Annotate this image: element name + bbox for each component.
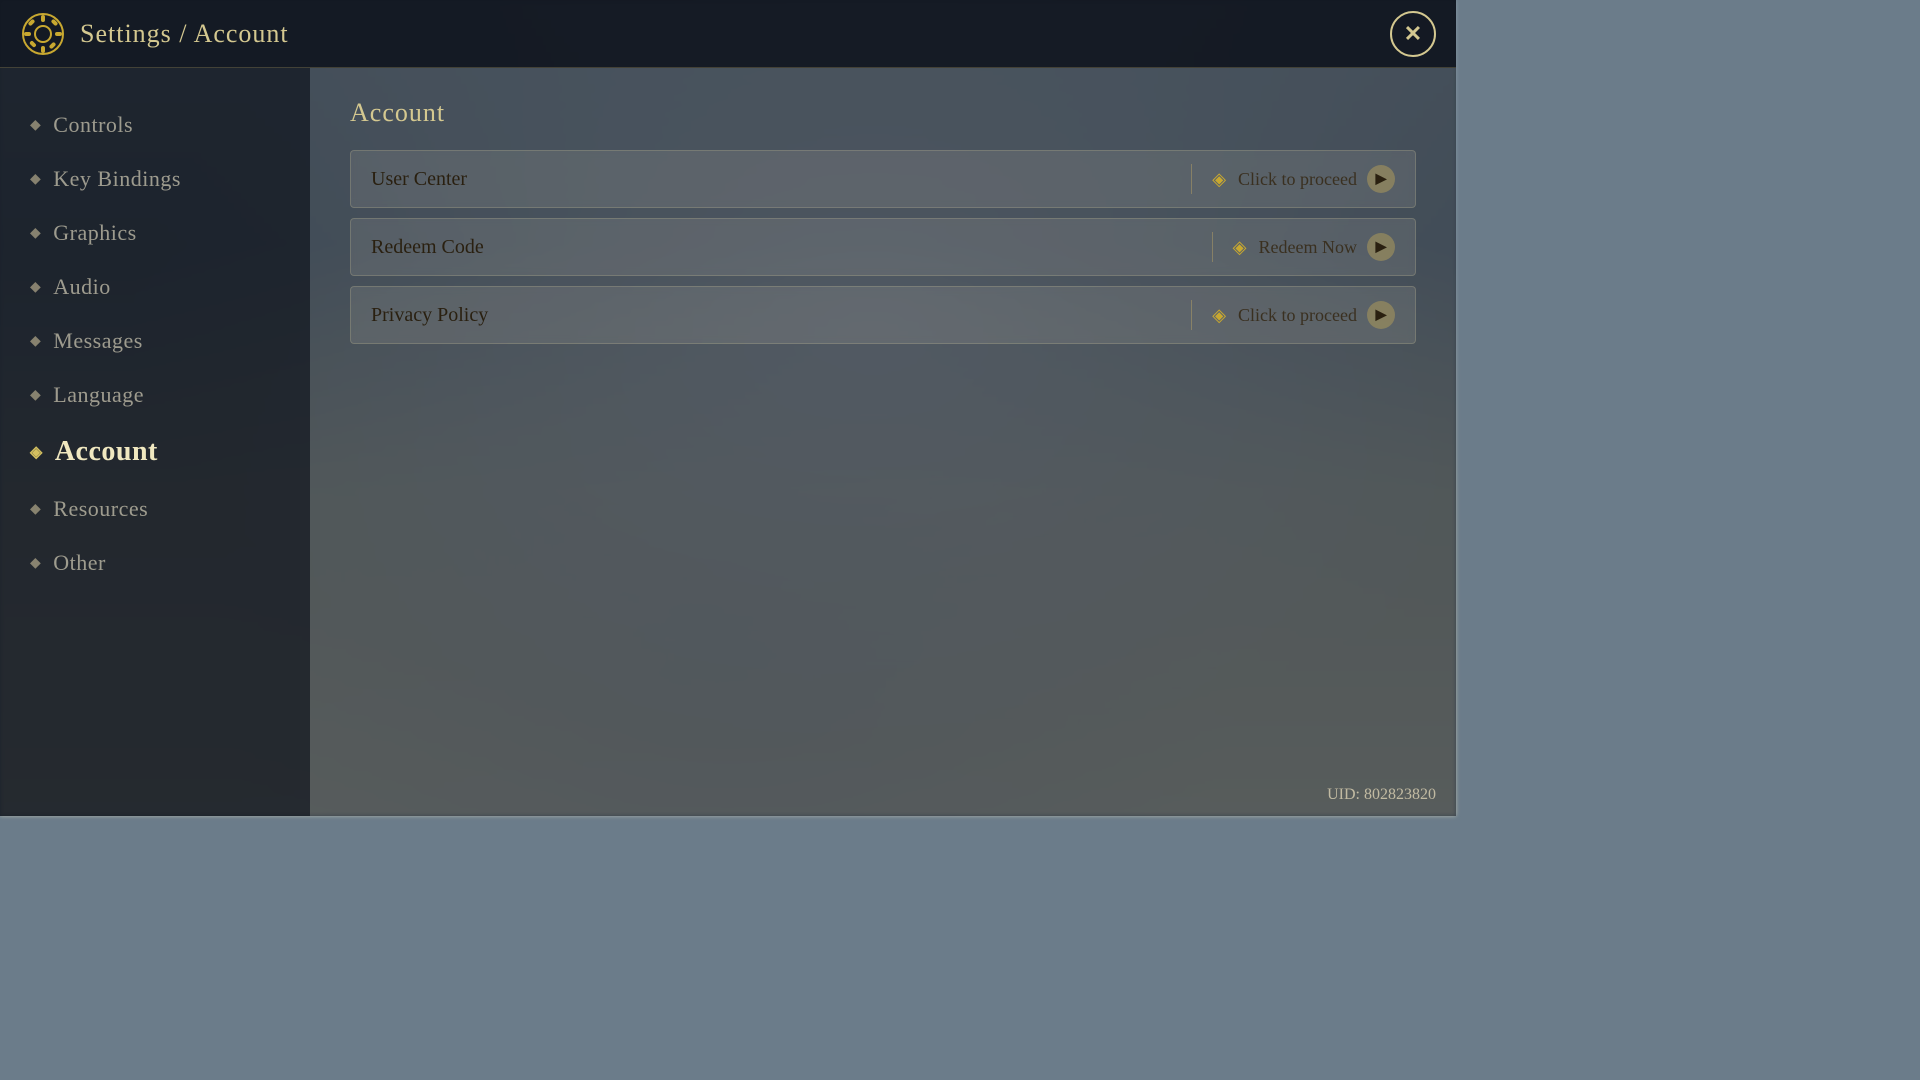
diamond-icon: ◈ <box>30 442 43 462</box>
close-button[interactable]: ✕ <box>1390 11 1436 57</box>
sidebar-item-language[interactable]: ◆ Language <box>0 368 310 422</box>
header-title: Settings / Account <box>80 19 289 49</box>
action-row-cta: Click to proceed <box>1238 305 1357 326</box>
sidebar-item-label: Audio <box>53 274 111 300</box>
action-row-cta: Redeem Now <box>1259 237 1357 258</box>
sidebar-item-messages[interactable]: ◆ Messages <box>0 314 310 368</box>
action-row-arrow-icon: ▶ <box>1367 301 1395 329</box>
action-row-label: User Center <box>371 168 1171 191</box>
sidebar-item-graphics[interactable]: ◆ Graphics <box>0 206 310 260</box>
sidebar-item-other[interactable]: ◆ Other <box>0 536 310 590</box>
sidebar: ◆ Controls ◆ Key Bindings ◆ Graphics ◆ Audio ◆ Me… <box>0 68 310 816</box>
action-row-divider <box>1212 232 1213 262</box>
diamond-icon: ◆ <box>30 171 41 188</box>
header-left: Settings / Account <box>20 11 289 57</box>
sidebar-item-label: Key Bindings <box>53 166 181 192</box>
sidebar-item-label: Controls <box>53 112 133 138</box>
uid-display: UID: 802823820 <box>1327 786 1436 804</box>
gear-icon <box>20 11 66 57</box>
sidebar-item-label: Graphics <box>53 220 136 246</box>
sidebar-item-label: Resources <box>53 496 148 522</box>
action-row-label: Redeem Code <box>371 236 1192 259</box>
action-row-diamond-icon: ◈ <box>1212 305 1226 326</box>
action-row-right: Click to proceed ▶ <box>1238 165 1395 193</box>
sidebar-item-account[interactable]: ◈ Account <box>0 422 310 482</box>
diamond-icon: ◆ <box>30 501 41 518</box>
action-row-right: Redeem Now ▶ <box>1259 233 1395 261</box>
action-row-redeem-code[interactable]: Redeem Code ◈ Redeem Now ▶ <box>350 218 1416 276</box>
action-row-cta: Click to proceed <box>1238 169 1357 190</box>
sidebar-item-label: Language <box>53 382 144 408</box>
diamond-icon: ◆ <box>30 333 41 350</box>
sidebar-item-label: Messages <box>53 328 143 354</box>
action-row-divider <box>1191 164 1192 194</box>
section-title: Account <box>350 98 1416 128</box>
diamond-icon: ◆ <box>30 225 41 242</box>
action-row-diamond-icon: ◈ <box>1233 237 1247 258</box>
main-content: Account User Center◈Click to proceed▶Red… <box>310 68 1456 816</box>
sidebar-item-resources[interactable]: ◆ Resources <box>0 482 310 536</box>
action-row-arrow-icon: ▶ <box>1367 233 1395 261</box>
sidebar-item-label: Account <box>55 436 158 468</box>
action-row-user-center[interactable]: User Center ◈ Click to proceed ▶ <box>350 150 1416 208</box>
action-row-diamond-icon: ◈ <box>1212 169 1226 190</box>
sidebar-item-key-bindings[interactable]: ◆ Key Bindings <box>0 152 310 206</box>
action-row-arrow-icon: ▶ <box>1367 165 1395 193</box>
action-row-divider <box>1191 300 1192 330</box>
diamond-icon: ◆ <box>30 555 41 572</box>
action-row-label: Privacy Policy <box>371 304 1171 327</box>
close-icon: ✕ <box>1404 21 1422 47</box>
diamond-icon: ◆ <box>30 117 41 134</box>
header: Settings / Account ✕ <box>0 0 1456 68</box>
action-row-right: Click to proceed ▶ <box>1238 301 1395 329</box>
sidebar-item-audio[interactable]: ◆ Audio <box>0 260 310 314</box>
sidebar-item-controls[interactable]: ◆ Controls <box>0 98 310 152</box>
action-row-privacy-policy[interactable]: Privacy Policy ◈ Click to proceed ▶ <box>350 286 1416 344</box>
diamond-icon: ◆ <box>30 279 41 296</box>
diamond-icon: ◆ <box>30 387 41 404</box>
sidebar-item-label: Other <box>53 550 106 576</box>
